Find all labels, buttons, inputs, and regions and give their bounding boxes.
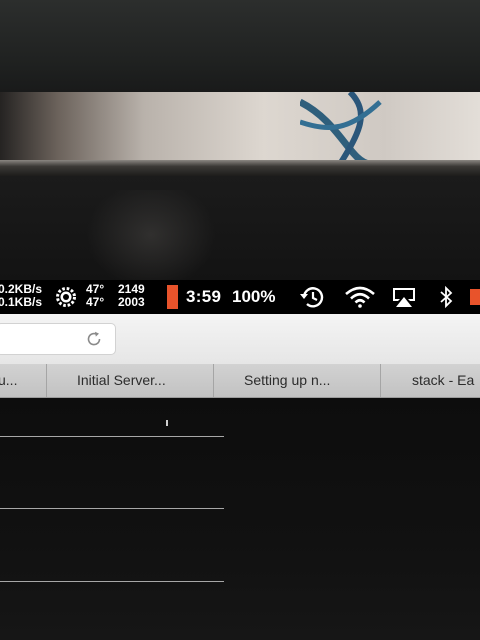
net-download-rate: 0.1KB/s: [0, 295, 43, 309]
cable: [300, 92, 382, 164]
menu-clock[interactable]: 3:59: [186, 287, 221, 307]
tab-2-label: Initial Server...: [77, 372, 166, 388]
photo-scene: 0.2KB/s 0.1KB/s 47° 47° 2149 2003 3:59 1…: [0, 0, 480, 640]
gear-icon[interactable]: [54, 285, 78, 309]
bluetooth-icon[interactable]: [438, 286, 454, 308]
time-machine-icon[interactable]: [299, 285, 325, 309]
tab-setting-up[interactable]: Setting up n...: [214, 364, 381, 397]
tab-stack[interactable]: stack - Ea: [381, 364, 480, 397]
wifi-icon[interactable]: [344, 286, 376, 308]
reload-icon[interactable]: [85, 330, 103, 348]
battery-percent[interactable]: 100%: [232, 287, 275, 307]
airplay-icon[interactable]: [390, 286, 418, 308]
browser-toolbar: [0, 314, 480, 365]
screen-bezel: [0, 176, 480, 280]
tab-1-label: u...: [0, 372, 18, 388]
address-bar[interactable]: [0, 323, 116, 355]
divider: [0, 581, 224, 582]
tab-1[interactable]: u...: [0, 364, 47, 397]
fan-speed-monitor[interactable]: 2149 2003: [118, 283, 145, 309]
page-content: [0, 398, 480, 640]
text-cursor: [166, 420, 168, 426]
menu-bar: 0.2KB/s 0.1KB/s 47° 47° 2149 2003 3:59 1…: [0, 280, 480, 314]
laptop-lid-edge: [0, 160, 480, 176]
status-item-icon[interactable]: [470, 289, 480, 305]
screen-reflection: [86, 190, 216, 290]
divider: [0, 436, 224, 437]
tab-4-label: stack - Ea: [412, 372, 475, 388]
divider: [0, 508, 224, 509]
temperature-monitor[interactable]: 47° 47°: [86, 283, 104, 309]
gpu-temperature: 47°: [86, 295, 105, 309]
network-monitor[interactable]: 0.2KB/s 0.1KB/s: [0, 283, 42, 309]
monitor-bezel: [0, 0, 480, 92]
fan-right-rpm: 2003: [118, 295, 145, 309]
tab-bar: u... Initial Server... Setting up n... s…: [0, 364, 480, 398]
tab-3-label: Setting up n...: [244, 372, 331, 388]
battery-indicator[interactable]: [167, 285, 178, 309]
tab-initial-server[interactable]: Initial Server...: [47, 364, 214, 397]
